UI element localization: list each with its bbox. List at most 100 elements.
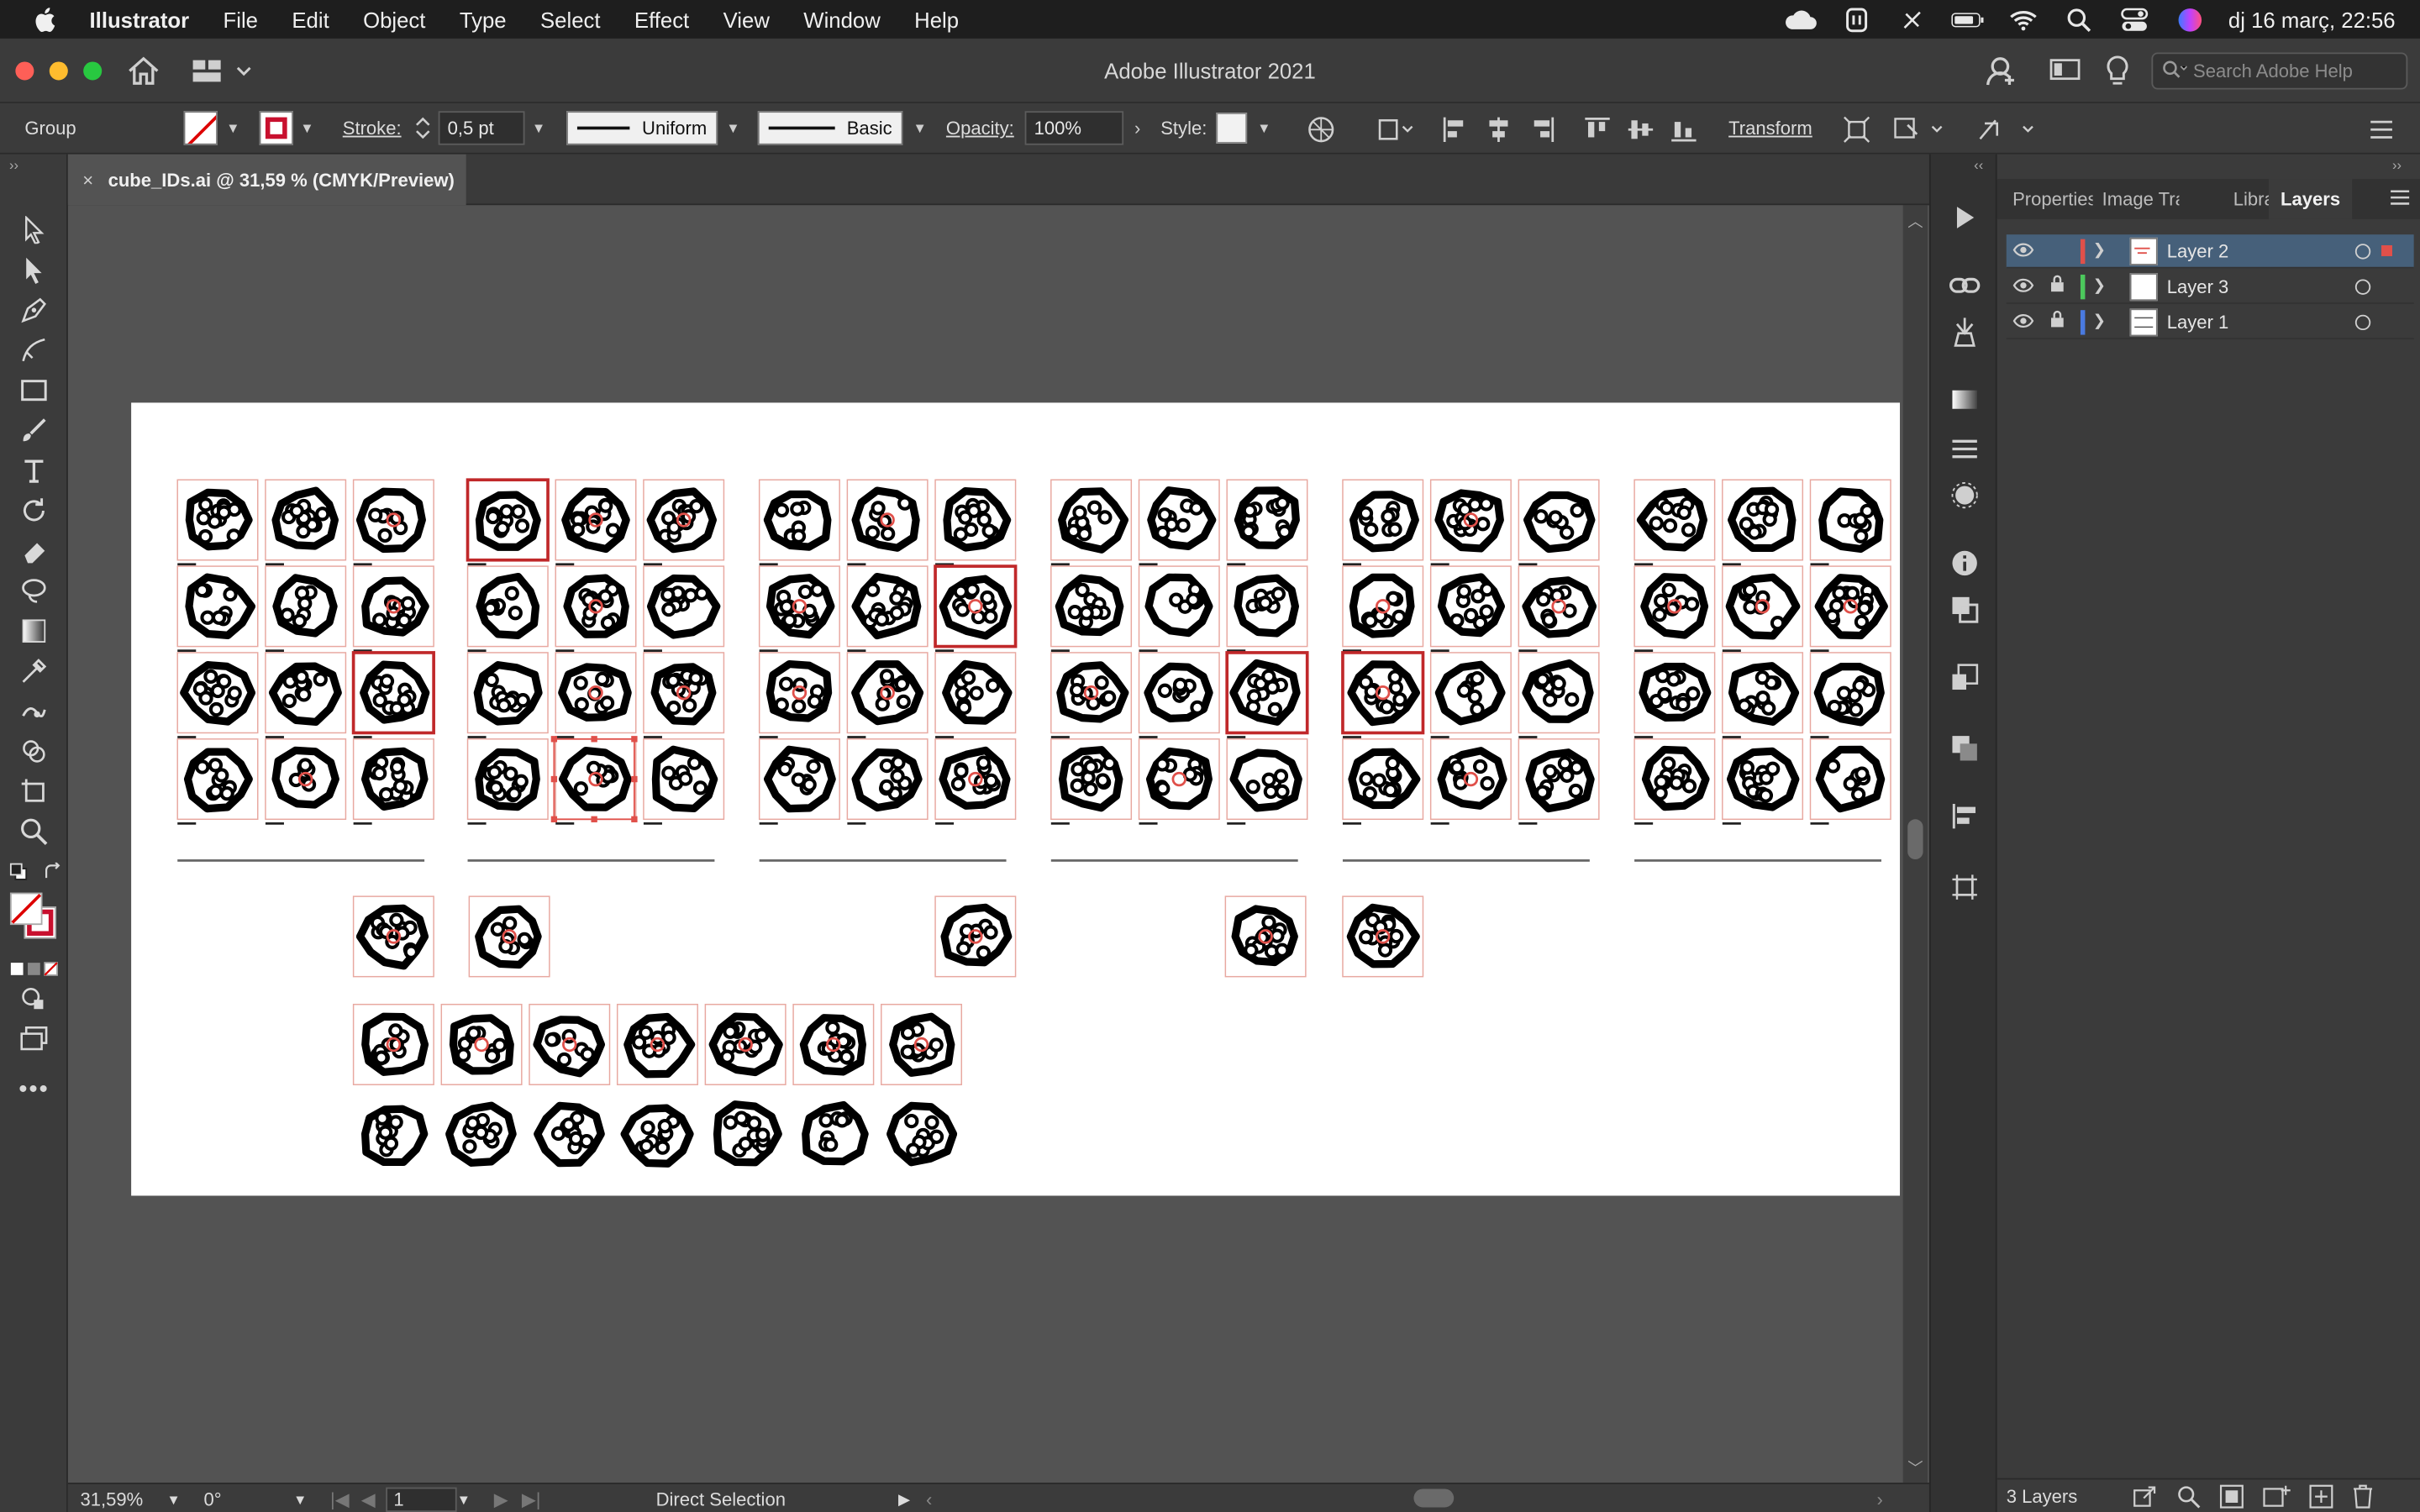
status-menu-arrow[interactable]: ▶ [898, 1488, 910, 1512]
graphic-style-swatch[interactable] [1216, 111, 1248, 144]
scroll-right-icon[interactable]: › [1876, 1488, 1882, 1512]
selection-handle[interactable] [591, 736, 597, 743]
default-colors-icon[interactable] [9, 861, 28, 889]
shape-builder-tool-icon[interactable] [15, 734, 52, 768]
layer-target-icon[interactable] [2354, 244, 2371, 260]
stroke-weight-input[interactable]: 0,5 pt [438, 111, 525, 145]
cube-face-tile[interactable] [555, 652, 637, 738]
opacity-arrow[interactable]: › [1127, 111, 1149, 144]
cube-face-tile[interactable] [534, 1101, 605, 1168]
edit-toolbar-icon[interactable]: ••• [15, 1074, 52, 1107]
direct-selection-tool-icon[interactable] [15, 253, 52, 286]
menu-view[interactable]: View [723, 7, 770, 31]
transform-panel-icon[interactable] [1948, 660, 1981, 694]
menu-help[interactable]: Help [914, 7, 959, 31]
type-tool-icon[interactable] [15, 454, 52, 487]
cube-face-tile[interactable] [445, 1101, 517, 1167]
cube-face-tile[interactable] [265, 738, 347, 825]
cube-face-tile[interactable] [1809, 565, 1891, 653]
collapse-toolbar-icon[interactable]: ›› [9, 157, 18, 172]
cube-face-tile[interactable] [758, 479, 840, 566]
new-layer-icon[interactable] [2309, 1484, 2333, 1512]
selection-handle[interactable] [550, 775, 558, 783]
cube-face-tile[interactable] [1722, 738, 1804, 825]
puppet-warp-tool-icon[interactable] [15, 695, 52, 728]
artboard-dropdown[interactable]: ▼ [457, 1488, 471, 1512]
swap-colors-icon[interactable] [43, 861, 61, 889]
brush-dropdown[interactable]: ▼ [909, 111, 931, 144]
cube-face-tile[interactable] [1518, 738, 1600, 825]
cube-face-tile[interactable] [1809, 479, 1891, 566]
help-search-input[interactable]: Search Adobe Help [2151, 52, 2408, 90]
cube-face-tile[interactable] [176, 479, 259, 566]
collapse-panel-icon[interactable]: ›› [2392, 157, 2402, 172]
style-dropdown[interactable]: ▼ [1253, 111, 1275, 144]
artboard-number-field[interactable]: 1 [386, 1487, 457, 1512]
cube-face-tile[interactable] [704, 1003, 786, 1085]
artboard[interactable] [131, 402, 1901, 1196]
artboard-artwork[interactable] [131, 402, 1900, 1195]
cube-face-tile[interactable] [886, 1101, 958, 1167]
align-to-icon[interactable] [1376, 116, 1417, 144]
previous-artboard-icon[interactable]: ◀ [361, 1488, 376, 1512]
stroke-dropdown[interactable]: ▼ [297, 111, 318, 144]
cube-face-tile[interactable] [934, 564, 1018, 653]
cube-face-tile[interactable] [1342, 895, 1424, 978]
cube-face-tile[interactable] [529, 1003, 611, 1085]
cube-face-tile[interactable] [466, 478, 550, 566]
rectangle-tool-icon[interactable] [15, 373, 52, 407]
cube-face-tile[interactable] [440, 1003, 523, 1085]
delete-layer-icon[interactable] [2352, 1484, 2374, 1512]
cube-face-tile[interactable] [643, 479, 725, 566]
cube-face-tile[interactable] [555, 565, 637, 653]
info-panel-icon[interactable] [1948, 546, 1981, 580]
stroke-label[interactable]: Stroke: [343, 111, 402, 144]
selection-handle[interactable] [631, 736, 638, 743]
cube-face-tile[interactable] [265, 479, 347, 566]
apple-icon[interactable] [31, 7, 59, 32]
spotlight-search-icon[interactable] [2062, 7, 2096, 32]
cube-face-tile[interactable] [713, 1100, 782, 1167]
scroll-up-icon[interactable]: ︿ [1907, 208, 1923, 231]
cube-face-tile[interactable] [1050, 479, 1133, 566]
fill-swatch[interactable] [183, 111, 218, 145]
artboards-panel-icon[interactable] [1948, 870, 1981, 904]
menu-object[interactable]: Object [363, 7, 425, 31]
clipping-mask-icon[interactable] [2219, 1484, 2244, 1512]
stroke-stepper-icon[interactable] [412, 111, 434, 144]
cube-face-tile[interactable] [176, 652, 259, 738]
cube-face-tile[interactable] [1518, 565, 1600, 653]
visibility-eye-icon[interactable] [2012, 311, 2037, 333]
puppet-icon[interactable] [1948, 315, 1981, 349]
visibility-eye-icon[interactable] [2012, 276, 2037, 297]
cube-face-tile[interactable] [934, 652, 1017, 738]
vertical-scrollbar[interactable]: ︿ ﹀ [1902, 205, 1928, 1483]
cube-face-tile[interactable] [792, 1003, 875, 1085]
cube-face-tile[interactable] [352, 565, 434, 653]
align-top-icon[interactable] [1583, 116, 1611, 144]
links-icon[interactable] [1948, 269, 1981, 302]
cube-face-tile[interactable] [555, 738, 637, 825]
cube-face-tile[interactable] [1226, 565, 1308, 653]
cube-face-tile[interactable] [1634, 565, 1716, 653]
wifi-icon[interactable] [2006, 7, 2039, 31]
cube-face-tile[interactable] [466, 652, 549, 738]
cube-face-tile[interactable] [1224, 895, 1307, 978]
cube-face-tile[interactable] [176, 565, 259, 653]
menu-app-name[interactable]: Illustrator [90, 7, 190, 31]
lock-icon[interactable] [2049, 310, 2068, 333]
cube-face-tile[interactable] [643, 565, 725, 653]
eyedropper-tool-icon[interactable] [15, 654, 52, 688]
align-horizontal-center-icon[interactable] [1485, 116, 1512, 144]
cube-face-tile[interactable] [468, 895, 550, 978]
cube-face-tile[interactable] [1342, 479, 1424, 566]
menu-window[interactable]: Window [803, 7, 880, 31]
eraser-tool-icon[interactable] [15, 534, 52, 568]
transform-button[interactable]: Transform [1728, 111, 1812, 144]
cube-face-tile[interactable] [1138, 479, 1220, 566]
opacity-input[interactable]: 100% [1024, 111, 1124, 145]
color-mode-icons[interactable] [9, 957, 59, 984]
transform-each-icon[interactable] [1843, 116, 1870, 144]
cube-face-tile[interactable] [265, 652, 347, 738]
selection-handle[interactable] [550, 736, 558, 743]
